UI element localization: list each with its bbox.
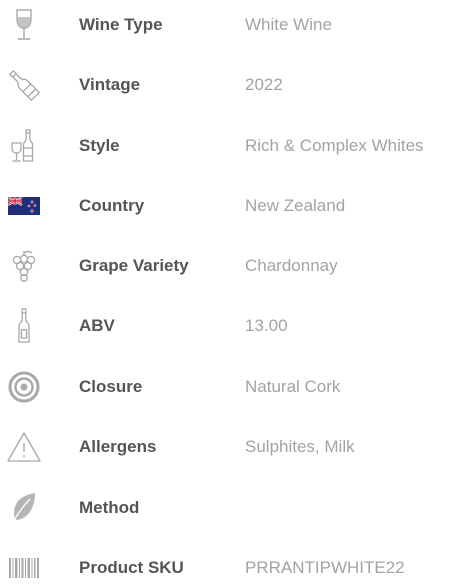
spec-label: Style [79, 136, 120, 155]
grapes-icon [6, 248, 42, 284]
spec-row-grape-variety: Grape Variety Chardonnay [0, 246, 450, 286]
spec-row-country: Country New Zealand [0, 186, 450, 226]
warning-triangle-icon [6, 429, 42, 465]
spec-label: ABV [79, 316, 115, 335]
wine-glass-icon [6, 7, 42, 43]
spec-label: Allergens [79, 437, 157, 456]
spec-label: Product SKU [79, 558, 184, 577]
spec-row-closure: Closure Natural Cork [0, 367, 450, 407]
spec-label: Method [79, 498, 140, 517]
spec-value: PRRANTIPWHITE22 [245, 558, 405, 577]
spec-row-product-sku: Product SKU PRRANTIPWHITE22 [0, 548, 450, 588]
cork-target-icon [6, 369, 42, 405]
spec-value: Sulphites, Milk [245, 437, 355, 456]
spec-value: Chardonnay [245, 256, 338, 275]
product-specs-list: Wine Type White Wine Vintage 2022 Style … [0, 0, 450, 581]
spec-row-allergens: Allergens Sulphites, Milk [0, 427, 450, 467]
leaf-icon [6, 490, 42, 526]
new-zealand-flag-icon [6, 188, 42, 224]
spec-value: Natural Cork [245, 377, 341, 396]
spec-value: White Wine [245, 15, 332, 34]
slim-bottle-icon [6, 308, 42, 344]
spec-value: 13.00 [245, 316, 288, 335]
spec-value: 2022 [245, 75, 283, 94]
bottle-and-glass-icon [6, 128, 42, 164]
spec-value: New Zealand [245, 196, 346, 215]
spec-label: Closure [79, 377, 143, 396]
spec-row-method: Method [0, 488, 450, 528]
spec-row-vintage: Vintage 2022 [0, 65, 450, 105]
spec-row-wine-type: Wine Type White Wine [0, 5, 450, 45]
spec-value: Rich & Complex Whites [245, 136, 424, 155]
spec-label: Country [79, 196, 145, 215]
spec-label: Wine Type [79, 15, 163, 34]
spec-row-abv: ABV 13.00 [0, 306, 450, 346]
spec-label: Vintage [79, 75, 141, 94]
spec-row-style: Style Rich & Complex Whites [0, 126, 450, 166]
spec-label: Grape Variety [79, 256, 189, 275]
bottle-icon [6, 67, 42, 103]
